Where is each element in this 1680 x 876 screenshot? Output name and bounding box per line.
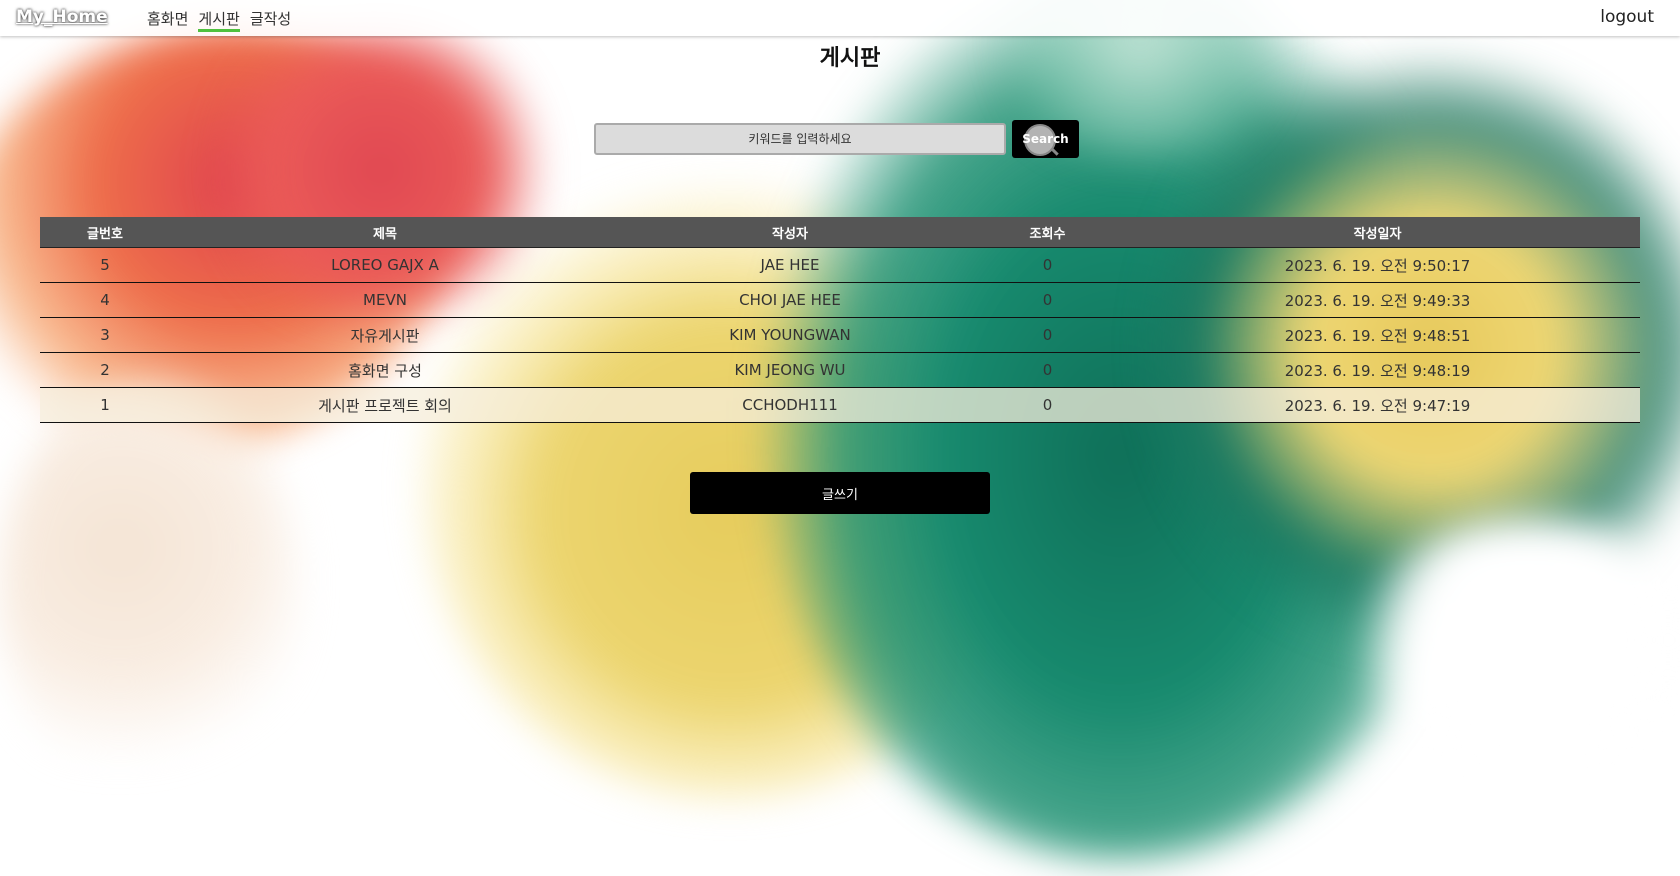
cell-date: 2023. 6. 19. 오전 9:50:17 (1115, 247, 1640, 283)
header-date[interactable]: 작성일자 (1115, 217, 1640, 248)
header-author[interactable]: 작성자 (600, 217, 980, 248)
table-row[interactable]: 2 홈화면 구성 KIM JEONG WU 0 2023. 6. 19. 오전 … (40, 352, 1640, 388)
top-navbar: My_Home 홈화면 게시판 글작성 logout (0, 0, 1680, 36)
cell-no: 5 (40, 247, 170, 283)
search-button[interactable]: Search (1012, 120, 1079, 158)
cell-author: CCHODH111 (600, 387, 980, 423)
logout-link[interactable]: logout (1600, 7, 1654, 27)
cell-date: 2023. 6. 19. 오전 9:47:19 (1115, 387, 1640, 423)
nav-link-board[interactable]: 게시판 (198, 8, 240, 32)
cell-views: 0 (980, 387, 1115, 423)
table-header-row: 글번호 제목 작성자 조회수 작성일자 (40, 217, 1640, 248)
magnifier-handle-icon (1050, 147, 1059, 156)
cell-no: 3 (40, 317, 170, 353)
cell-no: 4 (40, 282, 170, 318)
cell-views: 0 (980, 247, 1115, 283)
cell-date: 2023. 6. 19. 오전 9:48:51 (1115, 317, 1640, 353)
table-row[interactable]: 5 LOREO GAJX A JAE HEE 0 2023. 6. 19. 오전… (40, 247, 1640, 283)
nav-links: 홈화면 게시판 글작성 (147, 8, 291, 32)
header-views[interactable]: 조회수 (980, 217, 1115, 248)
search-input[interactable] (594, 123, 1006, 155)
write-post-button[interactable]: 글쓰기 (690, 472, 990, 514)
nav-link-write[interactable]: 글작성 (250, 8, 291, 32)
board-table: 글번호 제목 작성자 조회수 작성일자 5 LOREO GAJX A JAE H… (40, 217, 1640, 423)
search-button-label: Search (1022, 132, 1069, 146)
table-row[interactable]: 1 게시판 프로젝트 회의 CCHODH111 0 2023. 6. 19. 오… (40, 387, 1640, 423)
main-content: 게시판 Search 글번호 제목 작성자 조회수 작성일자 5 LOREO G… (0, 0, 1680, 876)
cell-views: 0 (980, 352, 1115, 388)
cell-author: KIM YOUNGWAN (600, 317, 980, 353)
cell-date: 2023. 6. 19. 오전 9:48:19 (1115, 352, 1640, 388)
header-no[interactable]: 글번호 (40, 217, 170, 248)
cell-views: 0 (980, 282, 1115, 318)
table-row[interactable]: 3 자유게시판 KIM YOUNGWAN 0 2023. 6. 19. 오전 9… (40, 317, 1640, 353)
cell-title[interactable]: LOREO GAJX A (170, 247, 600, 283)
cell-title[interactable]: MEVN (170, 282, 600, 318)
cell-author: KIM JEONG WU (600, 352, 980, 388)
cell-views: 0 (980, 317, 1115, 353)
cell-no: 1 (40, 387, 170, 423)
nav-link-home[interactable]: 홈화면 (147, 8, 188, 32)
header-title[interactable]: 제목 (170, 217, 600, 248)
cell-no: 2 (40, 352, 170, 388)
table-row[interactable]: 4 MEVN CHOI JAE HEE 0 2023. 6. 19. 오전 9:… (40, 282, 1640, 318)
cell-author: CHOI JAE HEE (600, 282, 980, 318)
search-bar: Search (594, 120, 1079, 158)
page-title: 게시판 (819, 46, 881, 71)
brand-logo[interactable]: My_Home (16, 7, 108, 27)
cell-date: 2023. 6. 19. 오전 9:49:33 (1115, 282, 1640, 318)
cell-title[interactable]: 자유게시판 (170, 317, 600, 353)
cell-author: JAE HEE (600, 247, 980, 283)
cell-title[interactable]: 홈화면 구성 (170, 352, 600, 388)
cell-title[interactable]: 게시판 프로젝트 회의 (170, 387, 600, 423)
